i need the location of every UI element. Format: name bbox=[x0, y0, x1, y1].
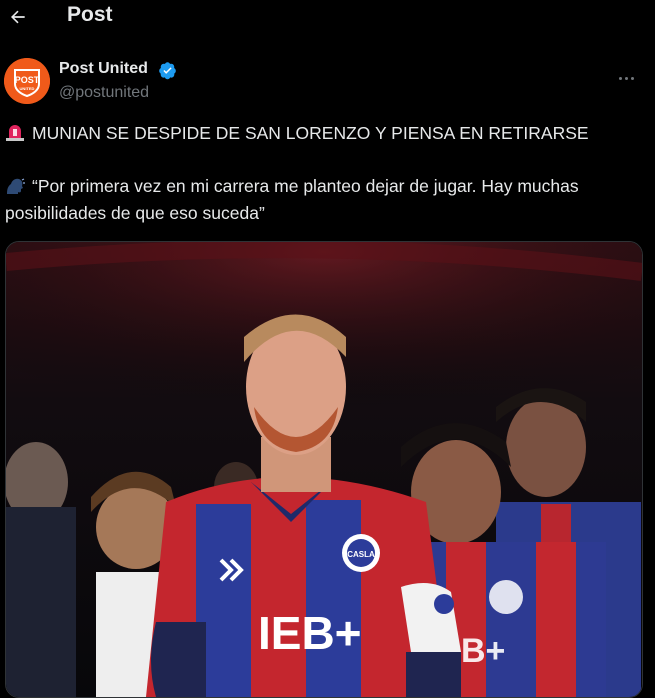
top-bar: Post bbox=[0, 0, 655, 34]
more-dot bbox=[624, 77, 628, 80]
tweet-quote-line-2: posibilidades de que eso suceda” bbox=[5, 203, 265, 223]
verified-badge-icon bbox=[159, 62, 176, 80]
page-title: Post bbox=[67, 3, 113, 26]
shirt-sponsor-text: IEB+ bbox=[258, 607, 362, 659]
avatar-text-bottom: UNITED bbox=[20, 86, 35, 91]
headline-text: MUNIAN SE DESPIDE DE SAN LORENZO Y PIENS… bbox=[32, 123, 589, 143]
avatar[interactable]: POST UNITED bbox=[4, 58, 50, 104]
more-dot bbox=[618, 77, 622, 80]
author-name[interactable]: Post United bbox=[59, 60, 148, 78]
quote-text-1: “Por primera vez en mi carrera me plante… bbox=[32, 176, 579, 196]
player-photo: B+ CASLA IEB+ bbox=[6, 242, 642, 697]
more-options-button[interactable] bbox=[617, 59, 645, 81]
rotating-light-icon bbox=[6, 125, 24, 141]
tweet-headline: MUNIAN SE DESPIDE DE SAN LORENZO Y PIENS… bbox=[5, 123, 589, 144]
arrow-left-icon bbox=[11, 10, 25, 24]
author-handle[interactable]: @postunited bbox=[59, 84, 149, 102]
tweet-photo[interactable]: B+ CASLA IEB+ bbox=[5, 241, 643, 698]
avatar-text-top: POST bbox=[15, 75, 40, 85]
tweet-quote-line-1: “Por primera vez en mi carrera me plante… bbox=[5, 176, 579, 197]
more-dot bbox=[630, 77, 634, 80]
crest-text: CASLA bbox=[347, 550, 375, 559]
svg-text:B+: B+ bbox=[461, 632, 505, 670]
post-united-logo: POST UNITED bbox=[4, 58, 50, 104]
speaking-head-icon bbox=[7, 178, 25, 194]
back-button[interactable] bbox=[6, 5, 30, 29]
